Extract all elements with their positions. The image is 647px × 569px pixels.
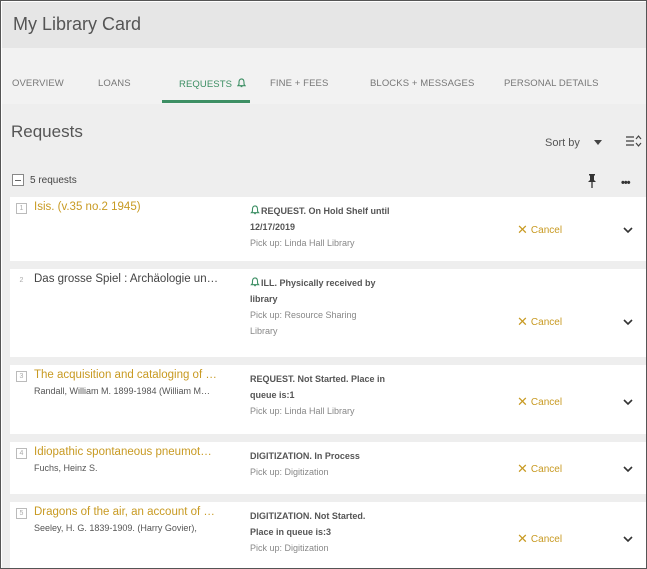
sort-by-dropdown[interactable]: Sort by [545, 137, 580, 149]
bell-icon [250, 205, 260, 215]
collapse-icon[interactable] [12, 174, 24, 186]
request-title-link[interactable]: The acquisition and cataloging of … [34, 369, 217, 381]
request-title-link[interactable]: Dragons of the air, an account of … [34, 506, 215, 518]
page-header: My Library Card [2, 2, 646, 48]
more-icon[interactable]: ••• [621, 177, 631, 189]
bell-icon [250, 277, 260, 287]
tab-loans[interactable]: LOANS [98, 78, 131, 89]
chevron-down-icon[interactable] [623, 466, 633, 473]
close-icon: ✕ [517, 222, 528, 237]
tab-blocks-messages[interactable]: BLOCKS + MESSAGES [370, 78, 474, 89]
tab-bar: OVERVIEW LOANS REQUESTS FINE + FEES BLOC… [2, 48, 646, 104]
pickup-location: Pick up: Linda Hall Library [250, 238, 355, 248]
chevron-down-icon[interactable] [623, 536, 633, 543]
active-tab-indicator [162, 100, 250, 103]
requests-heading: Requests [11, 122, 83, 141]
request-status: REQUEST. Not Started. Place in queue is:… [250, 371, 410, 419]
pin-icon[interactable] [587, 174, 597, 188]
request-index: 4 [16, 448, 27, 459]
cancel-button[interactable]: ✕ Cancel [517, 531, 562, 547]
bell-icon [236, 78, 246, 88]
request-title-link[interactable]: Isis. (v.35 no.2 1945) [34, 201, 141, 213]
close-icon: ✕ [517, 461, 528, 476]
close-icon: ✕ [517, 314, 528, 329]
library-card-window: My Library Card OVERVIEW LOANS REQUESTS … [0, 0, 647, 569]
tab-personal-details[interactable]: PERSONAL DETAILS [504, 78, 599, 89]
request-author: Seeley, H. G. 1839-1909. (Harry Govier), [34, 523, 197, 533]
pickup-location: Pick up: Digitization [250, 467, 329, 477]
pickup-location: Pick up: Digitization [250, 543, 329, 553]
status-text: 12/17/2019 [250, 222, 296, 232]
status-text: queue is:1 [250, 390, 295, 400]
pickup-location: Pick up: Resource Sharing [250, 310, 357, 320]
pickup-location: Pick up: Linda Hall Library [250, 406, 355, 416]
status-text: DIGITIZATION. Not Started. [250, 511, 366, 521]
request-author: Fuchs, Heinz S. [34, 463, 98, 473]
cancel-button[interactable]: ✕ Cancel [517, 394, 562, 410]
status-text: REQUEST. Not Started. Place in [250, 374, 386, 384]
status-text: DIGITIZATION. In Process [250, 451, 360, 461]
request-index: 5 [16, 508, 27, 519]
request-author: Randall, William M. 1899-1984 (William M… [34, 386, 211, 396]
request-item: 4 Idiopathic spontaneous pneumot… Fuchs,… [10, 442, 646, 494]
cancel-label: Cancel [530, 397, 563, 408]
cancel-button[interactable]: ✕ Cancel [517, 222, 562, 238]
request-status: DIGITIZATION. Not Started. Place in queu… [250, 508, 410, 556]
request-title-link[interactable]: Idiopathic spontaneous pneumot… [34, 446, 212, 458]
request-index: 1 [16, 203, 27, 214]
tab-requests[interactable]: REQUESTS [179, 78, 246, 90]
status-text: library [250, 294, 278, 304]
cancel-label: Cancel [530, 534, 563, 545]
request-status: ILL. Physically received by library Pick… [250, 275, 410, 339]
page-title: My Library Card [13, 14, 142, 34]
request-index: 2 [19, 277, 24, 284]
close-icon: ✕ [517, 394, 528, 409]
chevron-down-icon[interactable] [623, 319, 633, 326]
chevron-down-icon[interactable] [623, 399, 633, 406]
requests-count: 5 requests [30, 175, 77, 186]
sort-icon[interactable] [626, 134, 642, 148]
cancel-label: Cancel [530, 225, 563, 236]
tab-requests-label: REQUESTS [179, 79, 233, 90]
status-text: ILL. Physically received by [261, 278, 376, 288]
tab-fines-fees[interactable]: FINE + FEES [270, 78, 328, 89]
request-item: 2 Das grosse Spiel : Archäologie un… ILL… [10, 269, 646, 357]
requests-panel: Requests Sort by 5 requests ••• 1 Isis. … [2, 104, 646, 568]
request-index: 3 [16, 371, 27, 382]
status-text: Place in queue is:3 [250, 527, 332, 537]
chevron-down-icon[interactable] [594, 140, 602, 145]
pickup-location: Library [250, 326, 278, 336]
tab-overview[interactable]: OVERVIEW [12, 78, 64, 89]
cancel-label: Cancel [530, 317, 563, 328]
close-icon: ✕ [517, 531, 528, 546]
cancel-button[interactable]: ✕ Cancel [517, 461, 562, 477]
request-title-link[interactable]: Das grosse Spiel : Archäologie un… [34, 273, 218, 285]
cancel-button[interactable]: ✕ Cancel [517, 314, 562, 330]
status-text: REQUEST. On Hold Shelf until [261, 206, 390, 216]
request-item: 5 Dragons of the air, an account of … Se… [10, 502, 646, 568]
request-status: REQUEST. On Hold Shelf until 12/17/2019 … [250, 203, 410, 251]
request-item: 3 The acquisition and cataloging of … Ra… [10, 365, 646, 434]
request-item: 1 Isis. (v.35 no.2 1945) REQUEST. On Hol… [10, 197, 646, 261]
request-status: DIGITIZATION. In Process Pick up: Digiti… [250, 448, 410, 480]
cancel-label: Cancel [530, 464, 563, 475]
chevron-down-icon[interactable] [623, 227, 633, 234]
